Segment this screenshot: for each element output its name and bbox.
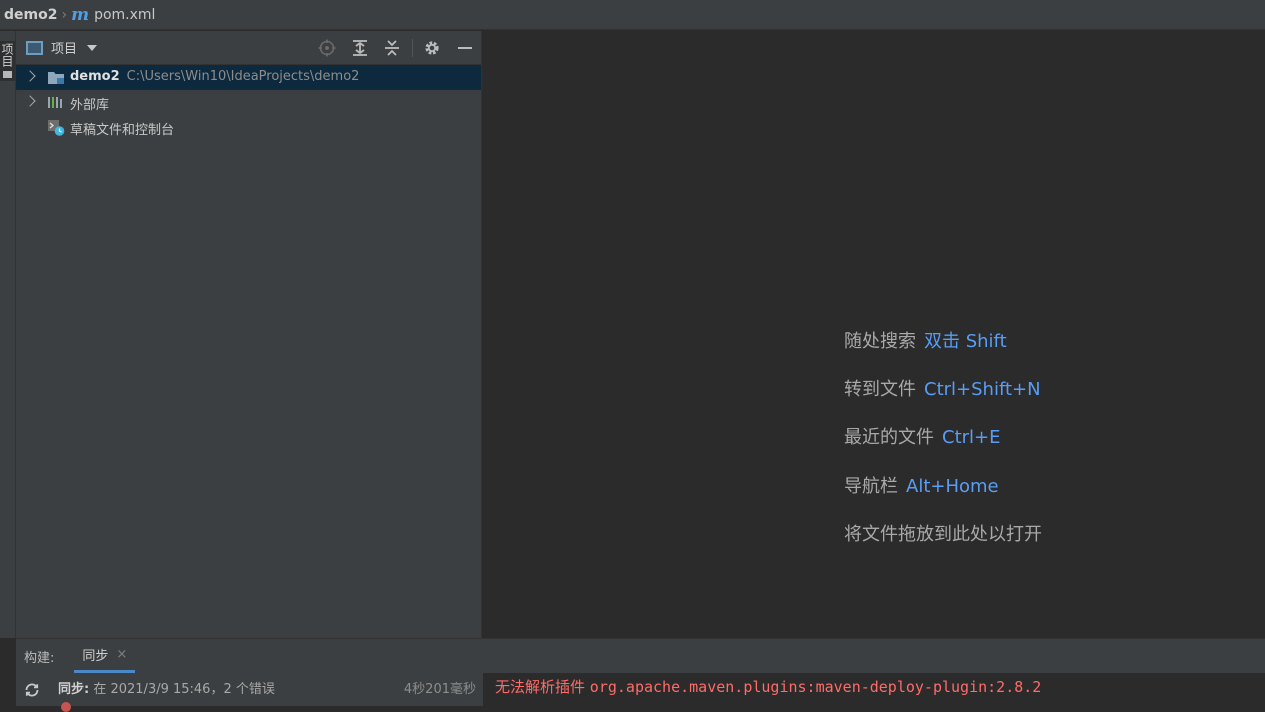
chevron-right-icon[interactable]	[24, 70, 36, 82]
module-folder-icon	[47, 69, 65, 86]
tree-item-scratches[interactable]: 草稿文件和控制台	[16, 115, 481, 140]
build-tabs: 构建: 同步 ×	[16, 639, 1265, 673]
project-panel-header: 项目	[16, 31, 481, 65]
project-tree: demo2 C:\Users\Win10\IdeaProjects\demo2 外…	[16, 65, 481, 140]
scratch-icon	[47, 119, 65, 136]
editor-empty-area: 随处搜索 双击 Shift 转到文件 Ctrl+Shift+N 最近的文件 Ctrl+…	[483, 31, 1265, 638]
breadcrumb-project[interactable]: demo2	[4, 7, 57, 23]
tab-sync[interactable]: 同步 ×	[74, 639, 136, 673]
sync-icon[interactable]	[24, 682, 40, 702]
sync-summary: 同步: 在 2021/3/9 15:46，2 个错误	[58, 682, 275, 697]
hint-text: 最近的文件	[844, 427, 934, 448]
hint-shortcut: Alt+Home	[906, 476, 999, 497]
expand-all-icon[interactable]	[350, 38, 370, 58]
hint-text: 随处搜索	[844, 331, 916, 352]
hint-drop-files: 将文件拖放到此处以打开	[844, 520, 1042, 546]
tree-item-demo2[interactable]: demo2 C:\Users\Win10\IdeaProjects\demo2	[16, 65, 481, 90]
build-label: 构建:	[24, 650, 55, 666]
project-view-selector[interactable]: 项目	[51, 38, 77, 57]
sync-result-row[interactable]: 同步: 在 2021/3/9 15:46，2 个错误 4秒201毫秒	[16, 673, 482, 712]
tree-item-path: C:\Users\Win10\IdeaProjects\demo2	[126, 69, 360, 84]
hint-shortcut: 双击 Shift	[924, 331, 1007, 352]
project-tool-tab[interactable]: 项目	[0, 41, 15, 81]
breadcrumb-file[interactable]: pom.xml	[94, 7, 155, 23]
sync-duration: 4秒201毫秒	[403, 682, 476, 697]
project-view-icon	[26, 40, 43, 55]
tree-item-external-libraries[interactable]: 外部库	[16, 90, 481, 115]
navigation-bar: demo2 › m pom.xml	[0, 0, 1265, 30]
left-tool-strip: 项目	[0, 31, 16, 638]
hint-navigation-bar: 导航栏 Alt+Home	[844, 472, 999, 498]
tree-item-label: 外部库	[70, 98, 110, 113]
build-console-output: 无法解析插件 org.apache.maven.plugins:maven-de…	[483, 673, 1265, 707]
error-icon	[61, 702, 71, 712]
hint-text: 将文件拖放到此处以打开	[844, 524, 1042, 545]
maven-icon: m	[71, 4, 90, 25]
project-panel: 项目 demo2 C:\Users\Win10\IdeaProjects\demo…	[16, 31, 482, 638]
chevron-down-icon[interactable]	[87, 44, 98, 51]
chevron-right-icon: ›	[61, 6, 68, 23]
tab-sync-label: 同步	[82, 649, 109, 664]
console-plugin-id: org.apache.maven.plugins:maven-deploy-pl…	[589, 678, 1042, 696]
hint-text: 转到文件	[844, 379, 916, 400]
hint-shortcut: Ctrl+Shift+N	[924, 379, 1041, 400]
tree-item-label: 草稿文件和控制台	[70, 123, 175, 138]
build-tool-window: 构建: 同步 × 同步: 在 2021/3/9 15:46，2 个错误 4秒20…	[16, 638, 1265, 712]
library-icon	[47, 94, 65, 111]
locate-icon[interactable]	[317, 38, 337, 58]
hint-text: 导航栏	[844, 476, 898, 497]
hint-search-everywhere: 随处搜索 双击 Shift	[844, 327, 1007, 353]
hint-go-to-file: 转到文件 Ctrl+Shift+N	[844, 375, 1041, 401]
toolbar-divider	[412, 39, 413, 57]
hint-recent-files: 最近的文件 Ctrl+E	[844, 423, 1000, 449]
folder-icon	[3, 71, 12, 78]
chevron-right-icon[interactable]	[24, 95, 36, 107]
minimize-icon[interactable]	[455, 38, 475, 58]
collapse-all-icon[interactable]	[382, 38, 402, 58]
tree-item-label: demo2 C:\Users\Win10\IdeaProjects\demo2	[70, 69, 360, 84]
project-tool-tab-label: 项目	[0, 43, 14, 67]
gear-icon[interactable]	[422, 38, 442, 58]
close-icon[interactable]: ×	[116, 647, 127, 662]
hint-shortcut: Ctrl+E	[942, 427, 1001, 448]
console-error-prefix: 无法解析插件	[495, 678, 586, 696]
